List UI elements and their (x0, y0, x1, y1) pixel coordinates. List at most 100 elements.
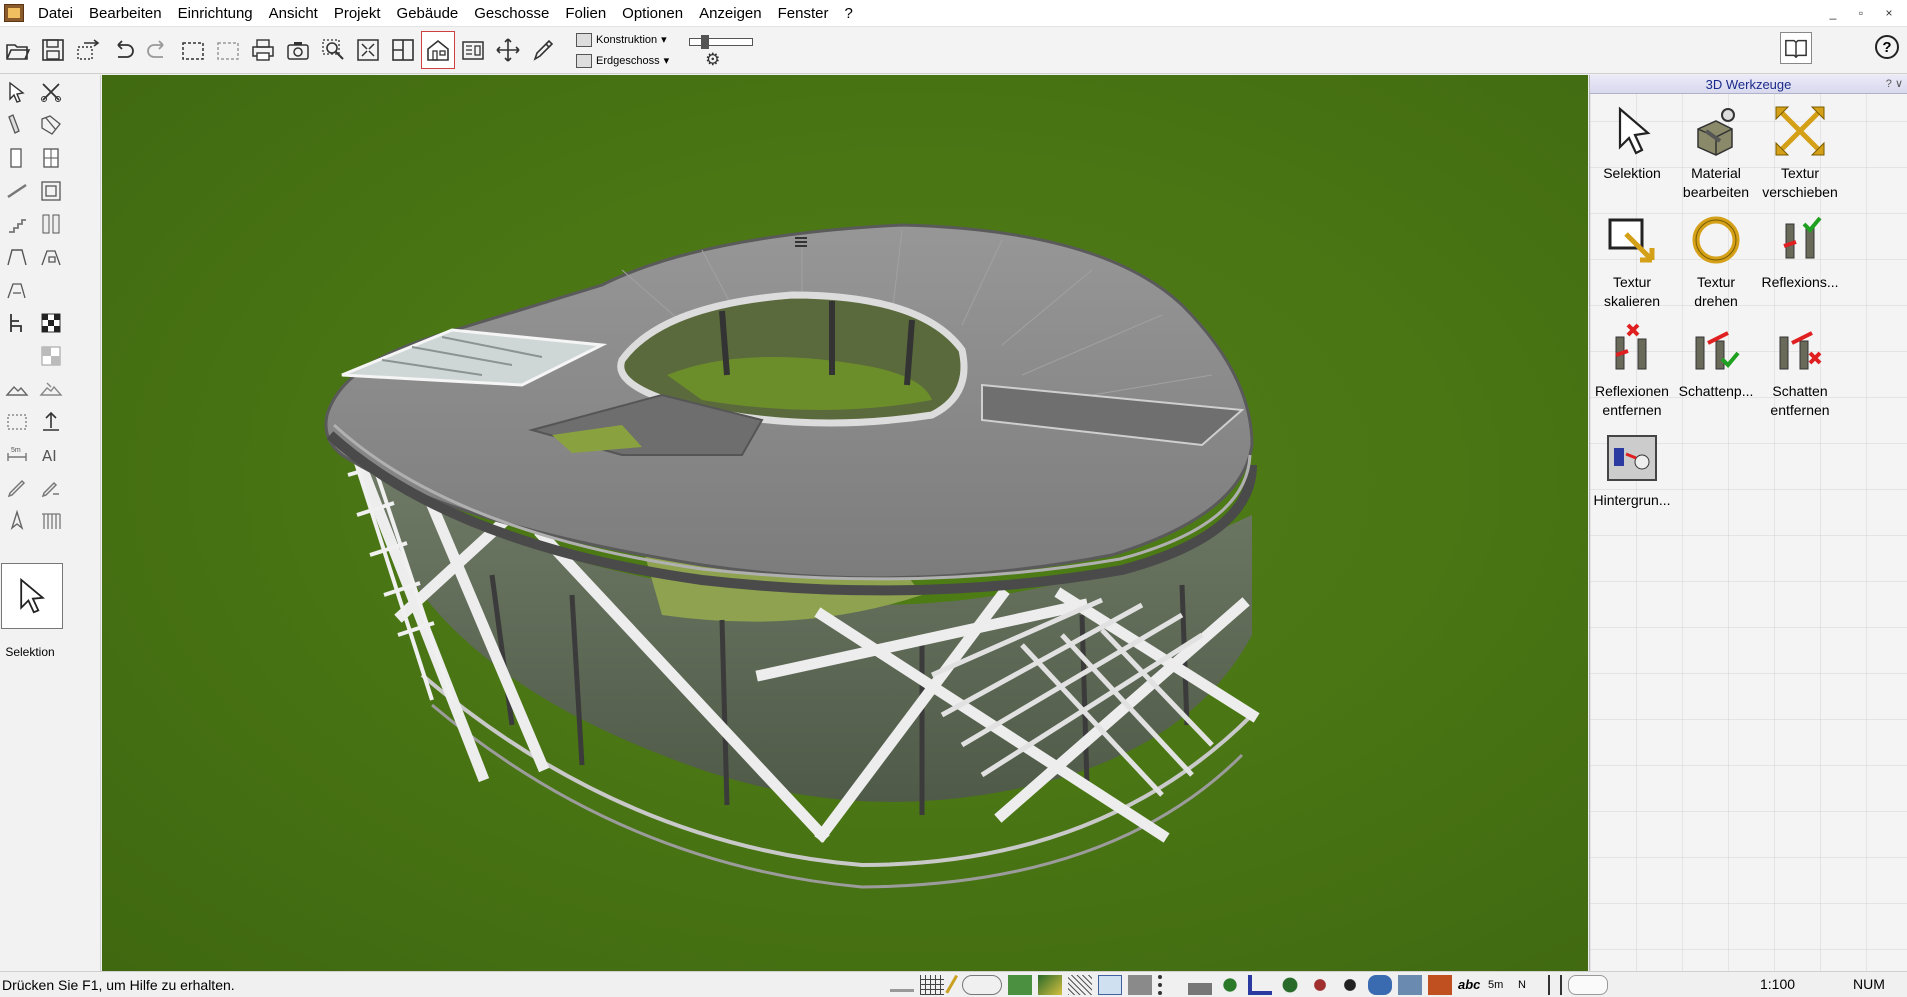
restore-button[interactable]: ▫ (1847, 0, 1875, 27)
spellcheck-icon[interactable]: abc (1458, 975, 1482, 995)
help-button[interactable]: ? (1875, 35, 1899, 59)
tool-reflexions[interactable]: Reflexions... (1758, 209, 1842, 318)
cursor-gear-icon[interactable]: ⚙ (705, 50, 720, 70)
menu-datei[interactable]: Datei (30, 0, 81, 27)
screenshot-button[interactable] (282, 32, 314, 68)
roof-icon[interactable] (1188, 975, 1212, 995)
redo-button[interactable] (142, 32, 174, 68)
print-button[interactable] (247, 32, 279, 68)
draw-tool[interactable] (0, 471, 34, 504)
column-tool[interactable] (34, 207, 68, 240)
plan-view-button[interactable] (387, 32, 419, 68)
flag-icon[interactable] (1338, 974, 1362, 995)
menu-fenster[interactable]: Fenster (770, 0, 837, 27)
furniture-tool[interactable] (0, 306, 34, 339)
transfer-button[interactable] (72, 32, 104, 68)
terrain-icon[interactable] (1008, 974, 1032, 995)
walk-icon[interactable] (1158, 974, 1182, 995)
minimize-button[interactable]: _ (1819, 0, 1847, 27)
skylight-tool[interactable] (0, 273, 34, 306)
cut-tool[interactable] (34, 75, 68, 108)
manual-button[interactable] (1780, 32, 1812, 64)
furniture-icon[interactable] (1128, 974, 1152, 995)
tool-selektion[interactable]: Selektion (1590, 100, 1674, 209)
undo-button[interactable] (107, 32, 139, 68)
tool-schatten-entfernen[interactable]: Schatten entfernen (1758, 318, 1842, 427)
kitchen-icon[interactable] (1398, 974, 1422, 995)
pan-button[interactable] (492, 32, 524, 68)
cloud-icon[interactable] (962, 974, 1002, 995)
tool-material-bearbeiten[interactable]: Material bearbeiten (1674, 100, 1758, 209)
menu-help[interactable]: ? (836, 0, 860, 27)
menu-anzeigen[interactable]: Anzeigen (691, 0, 770, 27)
close-button[interactable]: × (1875, 0, 1903, 27)
menu-optionen[interactable]: Optionen (614, 0, 691, 27)
panel-controls[interactable]: ? ∨ (1886, 75, 1903, 94)
slider-thumb[interactable] (701, 35, 710, 49)
electric-icon[interactable] (1428, 974, 1452, 995)
deselect-area-button[interactable] (212, 32, 244, 68)
line-tool[interactable] (0, 174, 34, 207)
railing-tool[interactable] (34, 504, 68, 537)
zoom-window-button[interactable] (317, 32, 349, 68)
hatch-icon[interactable] (1068, 974, 1092, 995)
tool-reflexionen-entfernen[interactable]: Reflexionen entfernen (1590, 318, 1674, 427)
stair-tool[interactable] (0, 207, 34, 240)
3d-view-button[interactable] (421, 31, 455, 69)
bath-icon[interactable] (1368, 974, 1392, 995)
north-icon[interactable]: N (1518, 975, 1542, 995)
ruler-icon[interactable] (890, 984, 914, 992)
draw-edit-tool[interactable] (34, 471, 68, 504)
room-tool[interactable] (34, 108, 68, 141)
tool-textur-skalieren[interactable]: Textur skalieren (1590, 209, 1674, 318)
select-tool[interactable] (0, 75, 34, 108)
tree-icon[interactable] (1278, 974, 1302, 995)
floor-dropdown[interactable]: Erdgeschoss ▾ (576, 50, 669, 71)
terrain-edit-tool[interactable] (34, 372, 68, 405)
text-tool[interactable]: AI (34, 438, 68, 471)
pencil-icon[interactable] (945, 974, 961, 995)
pipette-button[interactable] (527, 32, 559, 68)
notes-icon[interactable] (1568, 974, 1608, 995)
save-button[interactable] (37, 32, 69, 68)
window-tool[interactable] (34, 141, 68, 174)
plant-icon[interactable] (1218, 974, 1242, 995)
terrain-tool[interactable] (0, 372, 34, 405)
grid-icon[interactable] (920, 974, 944, 995)
select-area-button[interactable] (177, 32, 209, 68)
figure-icon[interactable] (1308, 974, 1332, 995)
dormer-tool[interactable] (34, 240, 68, 273)
measure-icon[interactable]: 5m (1488, 975, 1512, 995)
menu-gebaeude[interactable]: Gebäude (389, 0, 467, 27)
layer-dropdown[interactable]: Konstruktion ▾ (576, 29, 669, 50)
menu-bearbeiten[interactable]: Bearbeiten (81, 0, 170, 27)
open-button[interactable] (2, 32, 34, 68)
map-icon[interactable] (1038, 974, 1062, 995)
north-tool[interactable] (0, 504, 34, 537)
zoom-all-button[interactable] (352, 32, 384, 68)
dimension-icon[interactable] (1098, 974, 1122, 995)
view-slider[interactable]: ⚙ (687, 32, 757, 70)
area-tool[interactable] (0, 405, 34, 438)
door-tool[interactable] (0, 141, 34, 174)
tool-textur-drehen[interactable]: Textur drehen (1674, 209, 1758, 318)
camera-stand-icon[interactable] (1548, 974, 1562, 995)
texture-tool[interactable] (34, 306, 68, 339)
menu-folien[interactable]: Folien (557, 0, 614, 27)
chair-icon[interactable] (1248, 974, 1272, 995)
pattern-tool[interactable] (34, 339, 68, 372)
roof-tool[interactable] (0, 240, 34, 273)
3d-viewport[interactable] (102, 75, 1588, 971)
tool-schattenp[interactable]: Schattenp... (1674, 318, 1758, 427)
tool-textur-verschieben[interactable]: Textur verschieben (1758, 100, 1842, 209)
scale-indicator[interactable]: 1:100 (1760, 976, 1795, 992)
opening-tool[interactable] (34, 174, 68, 207)
dimension-tool[interactable]: 5m (0, 438, 34, 471)
menu-einrichtung[interactable]: Einrichtung (170, 0, 261, 27)
elevation-button[interactable] (457, 32, 489, 68)
tool-hintergrund[interactable]: Hintergrun... (1590, 427, 1674, 536)
elevate-tool[interactable] (34, 405, 68, 438)
menu-projekt[interactable]: Projekt (326, 0, 389, 27)
wall-tool[interactable] (0, 108, 34, 141)
menu-geschosse[interactable]: Geschosse (466, 0, 557, 27)
